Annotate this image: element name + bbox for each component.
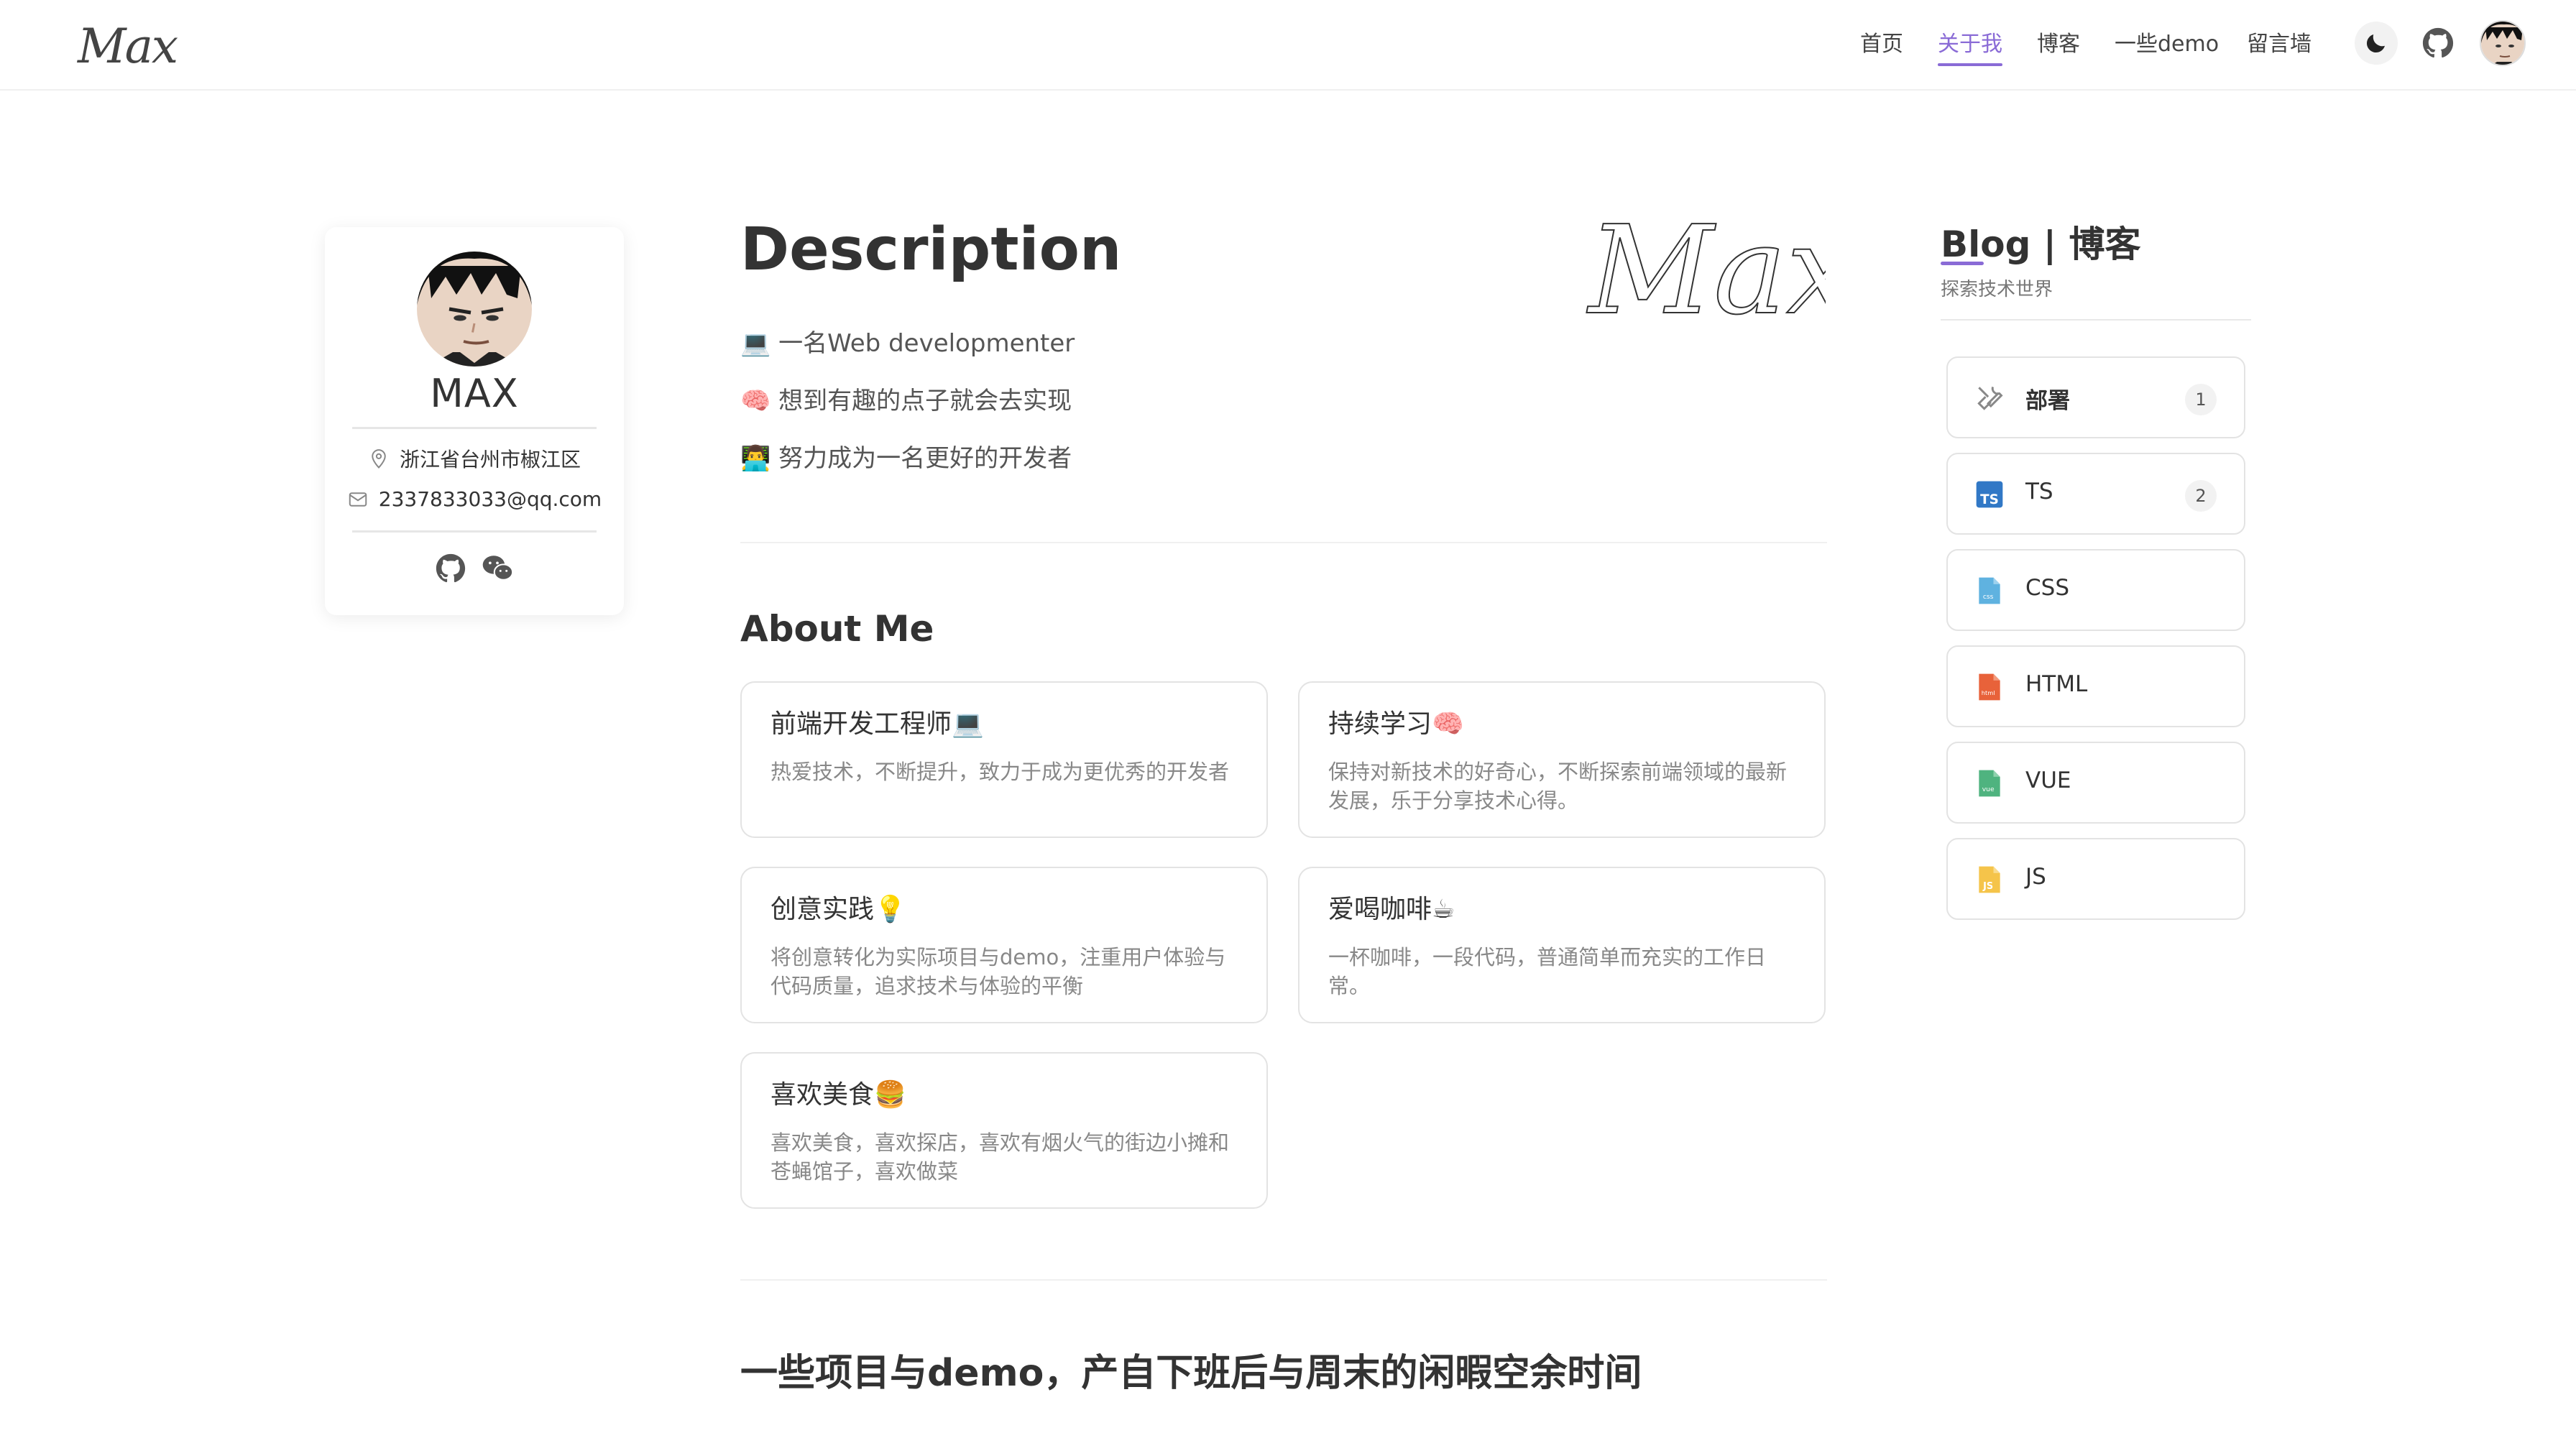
about-card: 创意实践💡 将创意转化为实际项目与demo，注重用户体验与代码质量，追求技术与体… <box>740 867 1268 1023</box>
profile-location: 浙江省台州市椒江区 <box>325 444 624 473</box>
location-icon <box>372 449 386 469</box>
about-card: 持续学习🧠 保持对新技术的好奇心，不断探索前端领域的最新发展，乐于分享技术心得。 <box>1298 681 1826 838</box>
github-icon[interactable] <box>436 553 466 584</box>
about-card-text: 一杯咖啡，一段代码，普通简单而充实的工作日常。 <box>1328 945 1767 998</box>
profile-social-links <box>436 553 513 584</box>
section-divider <box>740 542 1827 543</box>
category-label: VUE <box>2025 768 2071 793</box>
about-card-text: 喜欢美食，喜欢探店，喜欢有烟火气的街边小摊和苍蝇馆子，喜欢做菜 <box>770 1130 1230 1184</box>
moon-icon <box>2366 34 2385 53</box>
github-link[interactable] <box>2416 22 2460 65</box>
top-navbar: Max 首页 关于我 博客 一些demo 留言墙 <box>0 0 2576 91</box>
signature-logo: Max <box>1586 208 1826 338</box>
about-card-title: 前端开发工程师💻 <box>770 709 984 739</box>
category-item-vue[interactable]: vue VUE <box>1946 742 2245 824</box>
description-heading: Description <box>740 216 1122 284</box>
tools-icon <box>1977 386 2003 410</box>
css-file-icon: css <box>1979 577 2000 604</box>
category-count-badge: 2 <box>2185 480 2217 512</box>
category-item-css[interactable]: css CSS <box>1946 549 2245 631</box>
projects-heading: 一些项目与demo，产自下班后与周末的闲暇空余时间 <box>740 1352 1642 1395</box>
blog-sidebar-title[interactable]: Blog | 博客 <box>1941 216 2140 267</box>
profile-avatar <box>417 252 532 367</box>
about-heading: About Me <box>740 608 934 650</box>
category-item-ts[interactable]: TS TS 2 <box>1946 453 2245 535</box>
category-item-deploy[interactable]: 部署 1 <box>1946 356 2245 438</box>
about-card: 爱喝咖啡☕ 一杯咖啡，一段代码，普通简单而充实的工作日常。 <box>1298 867 1826 1023</box>
svg-text:JS: JS <box>1982 881 1993 892</box>
about-card-title: 持续学习🧠 <box>1328 709 1464 739</box>
js-file-icon: JS <box>1979 866 2000 893</box>
category-label: 部署 <box>2025 388 2070 414</box>
category-label: TS <box>2025 479 2053 504</box>
category-count-badge: 1 <box>2185 384 2217 415</box>
profile-email-text[interactable]: 2337833033@qq.com <box>379 487 602 511</box>
wechat-icon[interactable] <box>482 553 513 584</box>
avatar[interactable] <box>2480 20 2526 66</box>
svg-text:html: html <box>1982 689 1995 696</box>
profile-email: 2337833033@qq.com <box>325 487 624 511</box>
profile-location-text: 浙江省台州市椒江区 <box>399 448 581 471</box>
ts-file-icon: TS <box>1976 481 2003 508</box>
section-divider <box>740 1279 1827 1281</box>
about-card-title: 喜欢美食🍔 <box>770 1080 906 1110</box>
svg-text:Max: Max <box>1586 208 1826 338</box>
category-item-js[interactable]: JS JS <box>1946 838 2245 920</box>
about-card-text: 将创意转化为实际项目与demo，注重用户体验与代码质量，追求技术与体验的平衡 <box>770 945 1226 998</box>
svg-text:css: css <box>1983 593 1994 601</box>
nav-blog[interactable]: 博客 <box>2037 26 2080 57</box>
about-card: 喜欢美食🍔 喜欢美食，喜欢探店，喜欢有烟火气的街边小摊和苍蝇馆子，喜欢做菜 <box>740 1052 1268 1209</box>
profile-name: MAX <box>430 371 519 416</box>
category-label: JS <box>2025 864 2046 890</box>
profile-divider <box>352 427 597 429</box>
github-icon <box>2422 27 2454 58</box>
about-card-title: 创意实践💡 <box>770 895 906 924</box>
site-logo[interactable]: Max <box>78 19 178 74</box>
html-file-icon: html <box>1979 673 2000 701</box>
description-line: 👨‍💻 努力成为一名更好的开发者 <box>740 444 1072 473</box>
about-card-title: 爱喝咖啡☕ <box>1328 895 1455 924</box>
svg-text:vue: vue <box>1982 785 1995 793</box>
blog-sidebar-subtitle: 探索技术世界 <box>1941 279 2053 300</box>
category-label: HTML <box>2025 671 2088 697</box>
about-card: 前端开发工程师💻 热爱技术，不断提升，致力于成为更优秀的开发者 <box>740 681 1268 838</box>
category-label: CSS <box>2025 575 2070 601</box>
svg-text:TS: TS <box>1980 492 1999 507</box>
description-line: 💻 一名Web developmenter <box>740 329 1075 358</box>
nav-message-wall[interactable]: 留言墙 <box>2247 26 2312 57</box>
nav-about[interactable]: 关于我 <box>1938 26 2002 66</box>
title-accent-bar <box>1941 262 1984 265</box>
about-card-text: 保持对新技术的好奇心，不断探索前端领域的最新发展，乐于分享技术心得。 <box>1328 760 1788 813</box>
vue-file-icon: vue <box>1979 770 2000 797</box>
about-card-text: 热爱技术，不断提升，致力于成为更优秀的开发者 <box>770 760 1230 784</box>
description-line: 🧠 想到有趣的点子就会去实现 <box>740 387 1072 415</box>
nav-demos[interactable]: 一些demo <box>2115 26 2219 57</box>
theme-toggle-button[interactable] <box>2355 22 2398 65</box>
profile-divider <box>352 530 597 533</box>
mail-icon <box>349 492 367 507</box>
category-item-html[interactable]: html HTML <box>1946 645 2245 727</box>
sidebar-divider <box>1941 319 2251 321</box>
nav-home[interactable]: 首页 <box>1860 26 1903 57</box>
